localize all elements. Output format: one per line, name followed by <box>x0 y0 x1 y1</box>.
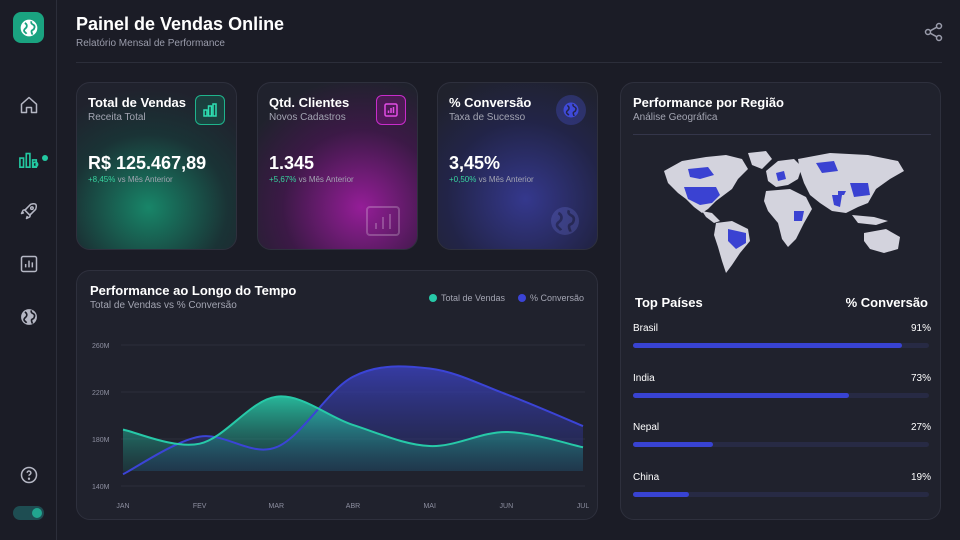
map-south-america[interactable] <box>714 221 750 273</box>
kpi-card-sales[interactable]: Total de Vendas Receita Total R$ 125.467… <box>76 82 237 250</box>
delta-value: +5,67% <box>269 175 297 184</box>
y-tick-label: 260M <box>92 343 110 350</box>
kpi-card-conversion[interactable]: % Conversão Taxa de Sucesso 3,45% +0,50%… <box>437 82 598 250</box>
globe-icon <box>563 102 579 118</box>
country-pct: 73% <box>910 373 931 384</box>
nav-rocket[interactable] <box>18 200 40 222</box>
delta-label: vs Mês Anterior <box>478 175 534 184</box>
nav-globe[interactable] <box>18 306 40 328</box>
share-icon <box>924 22 943 42</box>
rocket-icon <box>20 202 38 220</box>
y-tick-label: 180M <box>92 437 110 444</box>
region-title: Performance por Região <box>633 95 784 110</box>
kpi-card-clients[interactable]: Qtd. Clientes Novos Cadastros 1.345 +5,6… <box>257 82 418 250</box>
map-africa[interactable] <box>764 189 812 247</box>
page-subtitle: Relatório Mensal de Performance <box>76 38 225 49</box>
y-tick-label: 140M <box>92 484 110 491</box>
kpi-value: 3,45% <box>449 153 501 173</box>
globe-icon <box>20 19 37 36</box>
card-title: Qtd. Clientes <box>269 95 350 110</box>
decorative-globe-icon <box>549 205 581 237</box>
decorative-chart-icon <box>365 205 401 237</box>
map-australia[interactable] <box>864 229 900 253</box>
help-button[interactable] <box>18 464 40 486</box>
home-icon <box>20 96 38 114</box>
x-tick-label: JUL <box>577 503 590 510</box>
country-pct: 19% <box>910 472 931 483</box>
progress-fill <box>633 343 903 348</box>
help-icon <box>20 466 38 484</box>
delta-value: +0,50% <box>449 175 477 184</box>
bar-chart-icon <box>203 103 217 117</box>
map-greenland[interactable] <box>748 151 772 169</box>
sidebar <box>0 0 57 540</box>
chart-icon <box>20 255 38 273</box>
region-divider <box>633 134 931 135</box>
performance-chart: 260M 220M 180M 140M JAN FEV MAR ABR MAI JUN JUL <box>92 343 590 510</box>
country-row[interactable]: Brasil 91% <box>633 323 931 353</box>
x-tick-label: MAI <box>423 503 436 510</box>
card-subtitle: Receita Total <box>88 112 146 123</box>
progress-track <box>633 343 929 348</box>
page-title: Painel de Vendas Online <box>76 14 285 34</box>
card-title: Total de Vendas <box>88 95 187 110</box>
top-countries-heading: Top Países <box>635 295 703 310</box>
card-subtitle: Novos Cadastros <box>269 112 346 123</box>
kpi-value: R$ 125.467,89 <box>88 153 207 173</box>
country-name: China <box>633 472 660 483</box>
progress-fill <box>633 393 850 398</box>
delta-label: vs Mês Anterior <box>298 175 354 184</box>
bar-chart-icon <box>384 103 398 117</box>
region-subtitle: Análise Geográfica <box>633 112 718 123</box>
country-pct: 27% <box>910 422 931 433</box>
country-name: Brasil <box>633 323 659 334</box>
country-name: India <box>633 373 655 384</box>
progress-track <box>633 492 929 497</box>
analytics-icon <box>19 152 39 168</box>
nav-reports[interactable] <box>18 253 40 275</box>
country-name: Nepal <box>633 422 660 433</box>
kpi-value: 1.345 <box>269 153 315 173</box>
country-row[interactable]: China 19% <box>633 472 931 502</box>
delta-value: +8,45% <box>88 175 116 184</box>
progress-fill <box>633 442 713 447</box>
card-icon-box <box>556 95 586 125</box>
progress-track <box>633 393 929 398</box>
header-divider <box>76 62 942 63</box>
x-tick-label: FEV <box>193 503 207 510</box>
y-tick-label: 220M <box>92 390 110 397</box>
kpi-delta: +0,50% vs Mês Anterior <box>449 175 534 184</box>
card-subtitle: Taxa de Sucesso <box>449 112 526 123</box>
performance-chart-card: Performance ao Longo do Tempo Total de V… <box>76 270 598 520</box>
nav-home[interactable] <box>18 94 40 116</box>
progress-track <box>633 442 929 447</box>
map-central-america[interactable] <box>702 211 720 223</box>
app-logo[interactable] <box>13 12 44 43</box>
kpi-delta: +8,45% vs Mês Anterior <box>88 175 173 184</box>
x-tick-label: JUN <box>500 503 514 510</box>
region-card: Performance por Região Análise Geográfic… <box>620 82 941 520</box>
map-indonesia[interactable] <box>852 215 888 225</box>
card-icon-box <box>376 95 406 125</box>
world-map[interactable] <box>654 149 907 275</box>
card-title: % Conversão <box>449 95 532 110</box>
x-tick-label: MAR <box>269 503 285 510</box>
country-row[interactable]: Nepal 27% <box>633 422 931 452</box>
active-indicator <box>42 155 48 161</box>
share-button[interactable] <box>924 22 944 42</box>
toggle-knob <box>32 508 42 518</box>
kpi-delta: +5,67% vs Mês Anterior <box>269 175 354 184</box>
x-tick-label: JAN <box>116 503 129 510</box>
nav-analytics[interactable] <box>18 148 40 170</box>
country-pct: 91% <box>910 323 931 334</box>
progress-fill <box>633 492 690 497</box>
map-north-america[interactable] <box>664 155 748 213</box>
x-tick-label: ABR <box>346 503 360 510</box>
conversion-heading: % Conversão <box>845 295 928 310</box>
card-icon-box <box>195 95 225 125</box>
theme-toggle[interactable] <box>13 506 44 520</box>
country-row[interactable]: India 73% <box>633 373 931 403</box>
globe-icon <box>21 309 37 325</box>
delta-label: vs Mês Anterior <box>117 175 173 184</box>
